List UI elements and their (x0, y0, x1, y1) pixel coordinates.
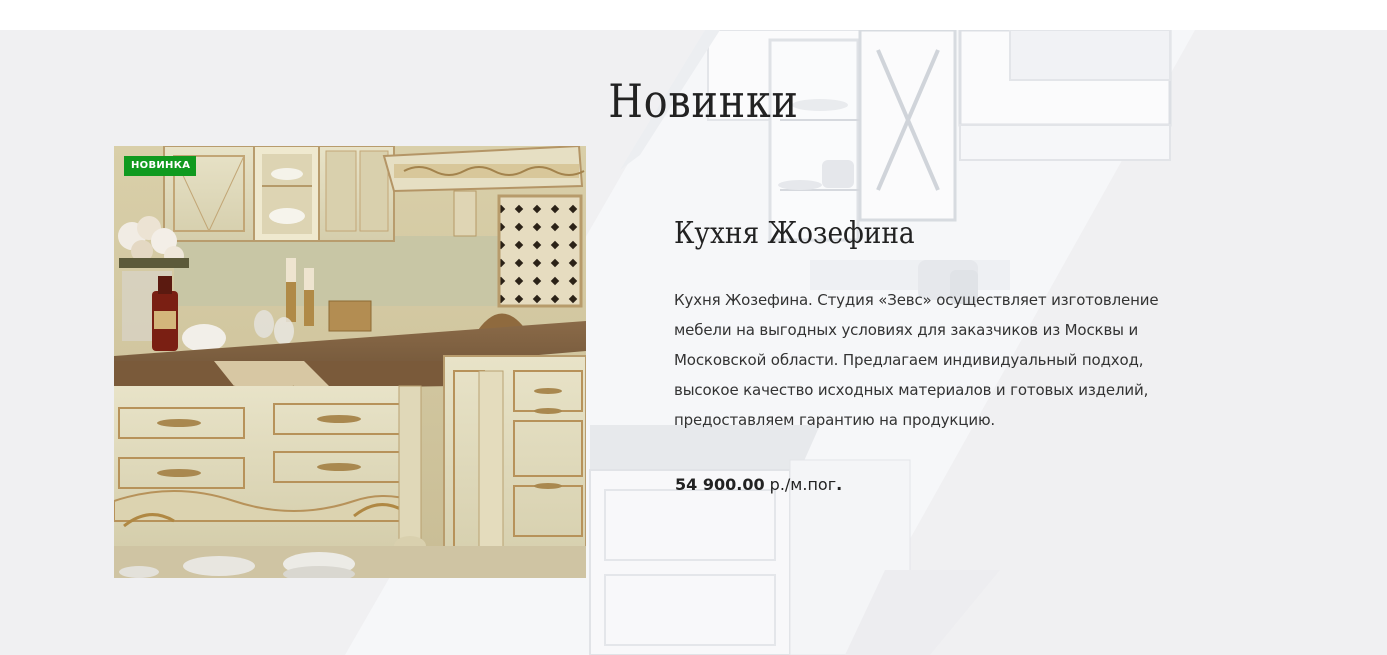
product-image[interactable]: НОВИНКА (114, 146, 586, 578)
price-unit: р./м.пог (764, 475, 837, 494)
product-name[interactable]: Кухня Жозефина (674, 216, 915, 251)
new-products-section: Новинки НОВИНКА Кухня Жозефина Кухня Жоз… (0, 30, 1387, 655)
price-dot: . (836, 475, 843, 494)
price-value: 54 900.00 (675, 475, 765, 494)
product-description: Кухня Жозефина. Студия «Зевс» осуществля… (674, 291, 1159, 429)
top-strip (0, 0, 1387, 30)
section-title: Новинки (608, 74, 799, 128)
new-badge: НОВИНКА (124, 156, 197, 176)
kitchen-product-photo (114, 146, 586, 578)
product-price: 54 900.00 р./м.пог. (675, 475, 842, 494)
